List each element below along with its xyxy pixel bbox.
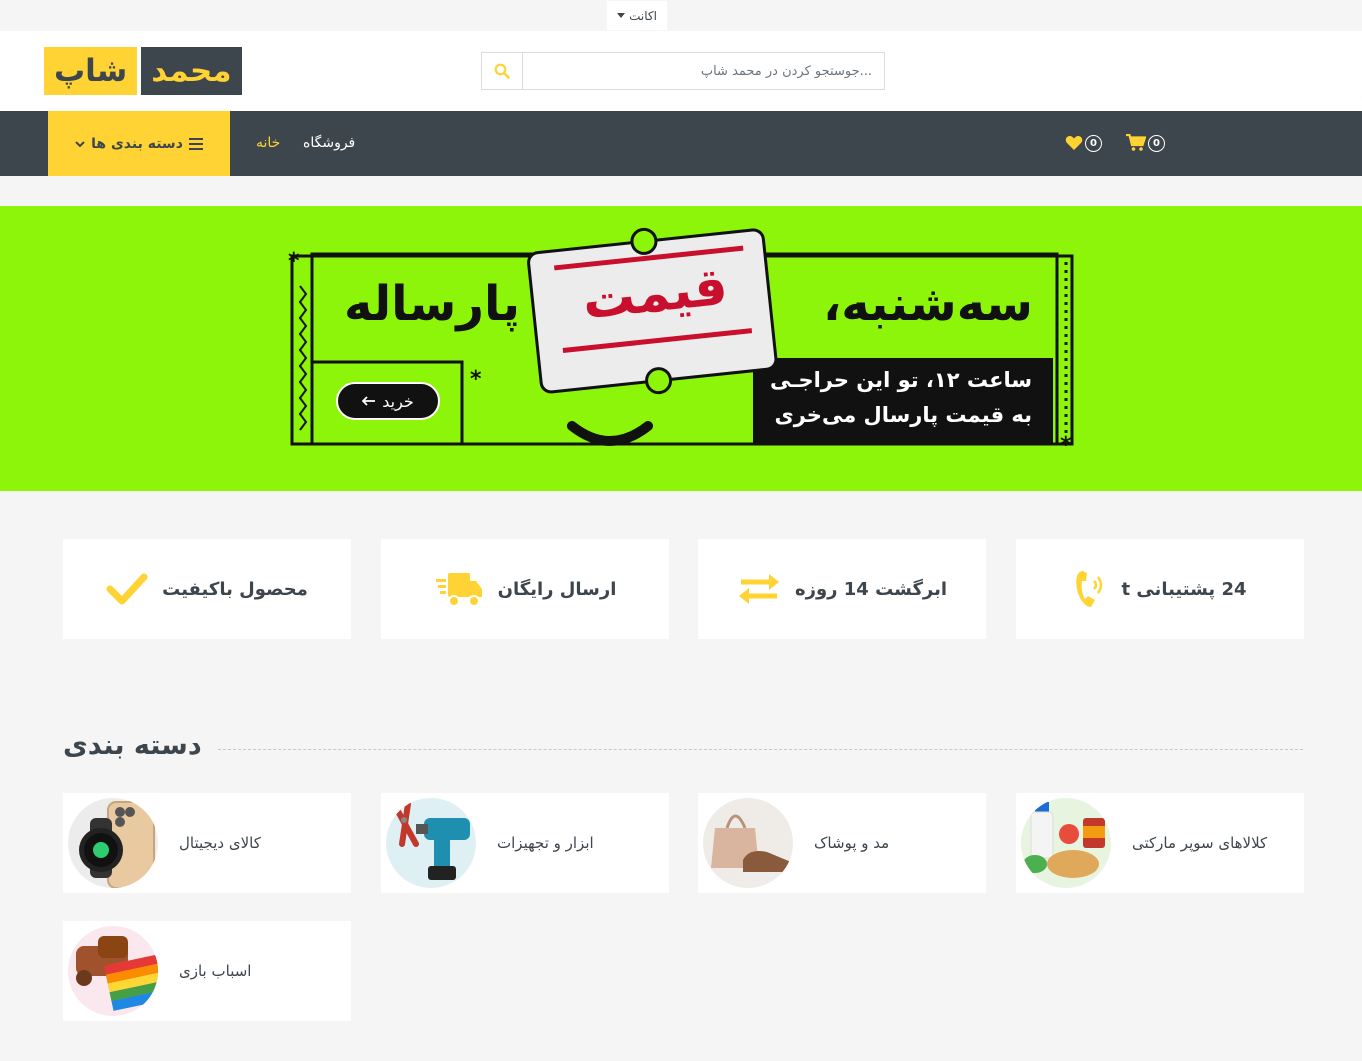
cart-button[interactable]: 0: [1126, 133, 1165, 153]
banner-subtitle-line2: به قیمت پارسال می‌خری: [774, 403, 1033, 427]
cart-icon: [1126, 134, 1146, 151]
feature-return: ابرگشت 14 روزه: [698, 539, 986, 639]
search-form: [481, 52, 885, 90]
feature-return-label: ابرگشت 14 روزه: [794, 578, 948, 600]
grocery-image: [1021, 798, 1111, 888]
banner-buy-label: خرید: [382, 391, 414, 411]
banner-headline-left: پارساله: [343, 276, 520, 332]
svg-text:*: *: [470, 367, 482, 392]
banner-buy-button[interactable]: خرید: [336, 382, 440, 420]
bag-shoes-image: [703, 798, 793, 888]
wishlist-button[interactable]: 0: [1065, 133, 1102, 153]
category-label-fashion: مد و پوشاک: [814, 834, 890, 852]
svg-text:*: *: [288, 249, 300, 274]
promo-banner-art: * * *: [288, 227, 1074, 458]
wishlist-count-badge: 0: [1085, 134, 1102, 152]
logo-part1: محمد: [141, 47, 242, 95]
nav-link-shop[interactable]: فروشگاه: [303, 111, 355, 176]
feature-quality-label: محصول باکیفیت: [162, 578, 308, 600]
drill-tools-image: [386, 798, 476, 888]
search-button[interactable]: [481, 52, 522, 90]
arrow-left-icon: [362, 396, 376, 406]
nav-link-home[interactable]: خانه: [256, 111, 280, 176]
categories-dropdown-button[interactable]: دسته بندی ها: [48, 111, 230, 176]
cart-count-badge: 0: [1148, 134, 1165, 152]
heart-icon: [1065, 136, 1083, 150]
category-card-digital[interactable]: کالای دیجیتال: [63, 793, 351, 893]
smartwatch-phone-image: [68, 798, 158, 888]
search-icon: [494, 63, 510, 79]
check-icon: [106, 573, 148, 605]
account-label: اکانت: [629, 8, 657, 23]
promo-banner[interactable]: * * * سه‌شنبه، قیمت پارساله ساعت ۱۲، تو …: [0, 206, 1362, 491]
section-divider: [218, 749, 1303, 750]
feature-shipping-label: ارسال رایگان: [497, 578, 617, 600]
categories-section-title: دسته بندی: [63, 730, 202, 761]
chevron-down-icon: [75, 140, 85, 147]
search-input[interactable]: [522, 52, 885, 90]
category-card-toys[interactable]: اسباب بازی: [63, 921, 351, 1021]
category-card-tools[interactable]: ابزار و تجهیزات: [381, 793, 669, 893]
feature-free-shipping: ارسال رایگان: [381, 539, 669, 639]
toys-image: [68, 926, 158, 1016]
category-card-supermarket[interactable]: کلالاهای سوپر مارکتی: [1016, 793, 1304, 893]
shipping-fast-icon: [435, 573, 482, 607]
banner-headline-right: سه‌شنبه،: [822, 276, 1033, 332]
logo[interactable]: شاپ محمد: [44, 47, 242, 95]
categories-label: دسته بندی ها: [91, 135, 183, 152]
phone-volume-icon: [1076, 571, 1103, 607]
category-label-toys: اسباب بازی: [179, 962, 252, 980]
navbar: دسته بندی ها خانه فروشگاه 0 0: [0, 111, 1362, 176]
category-label-tools: ابزار و تجهیزات: [497, 834, 594, 852]
category-card-fashion[interactable]: مد و پوشاک: [698, 793, 986, 893]
feature-support: 24 پشتیبانی t: [1016, 539, 1304, 639]
svg-text:*: *: [1060, 433, 1072, 458]
caret-down-icon: [617, 13, 626, 18]
logo-part2: شاپ: [44, 47, 138, 95]
feature-support-label: 24 پشتیبانی t: [1121, 578, 1247, 600]
top-bar: اکانت: [0, 0, 1362, 31]
account-dropdown[interactable]: اکانت: [607, 1, 667, 30]
category-label-supermarket: کلالاهای سوپر مارکتی: [1132, 834, 1268, 852]
menu-icon: [188, 137, 203, 150]
exchange-icon: [738, 574, 779, 604]
category-label-digital: کالای دیجیتال: [179, 834, 261, 852]
header: شاپ محمد: [0, 31, 1362, 111]
banner-subtitle-line1: ساعت ۱۲، تو این حراجـی: [770, 368, 1032, 392]
feature-quality: محصول باکیفیت: [63, 539, 351, 639]
